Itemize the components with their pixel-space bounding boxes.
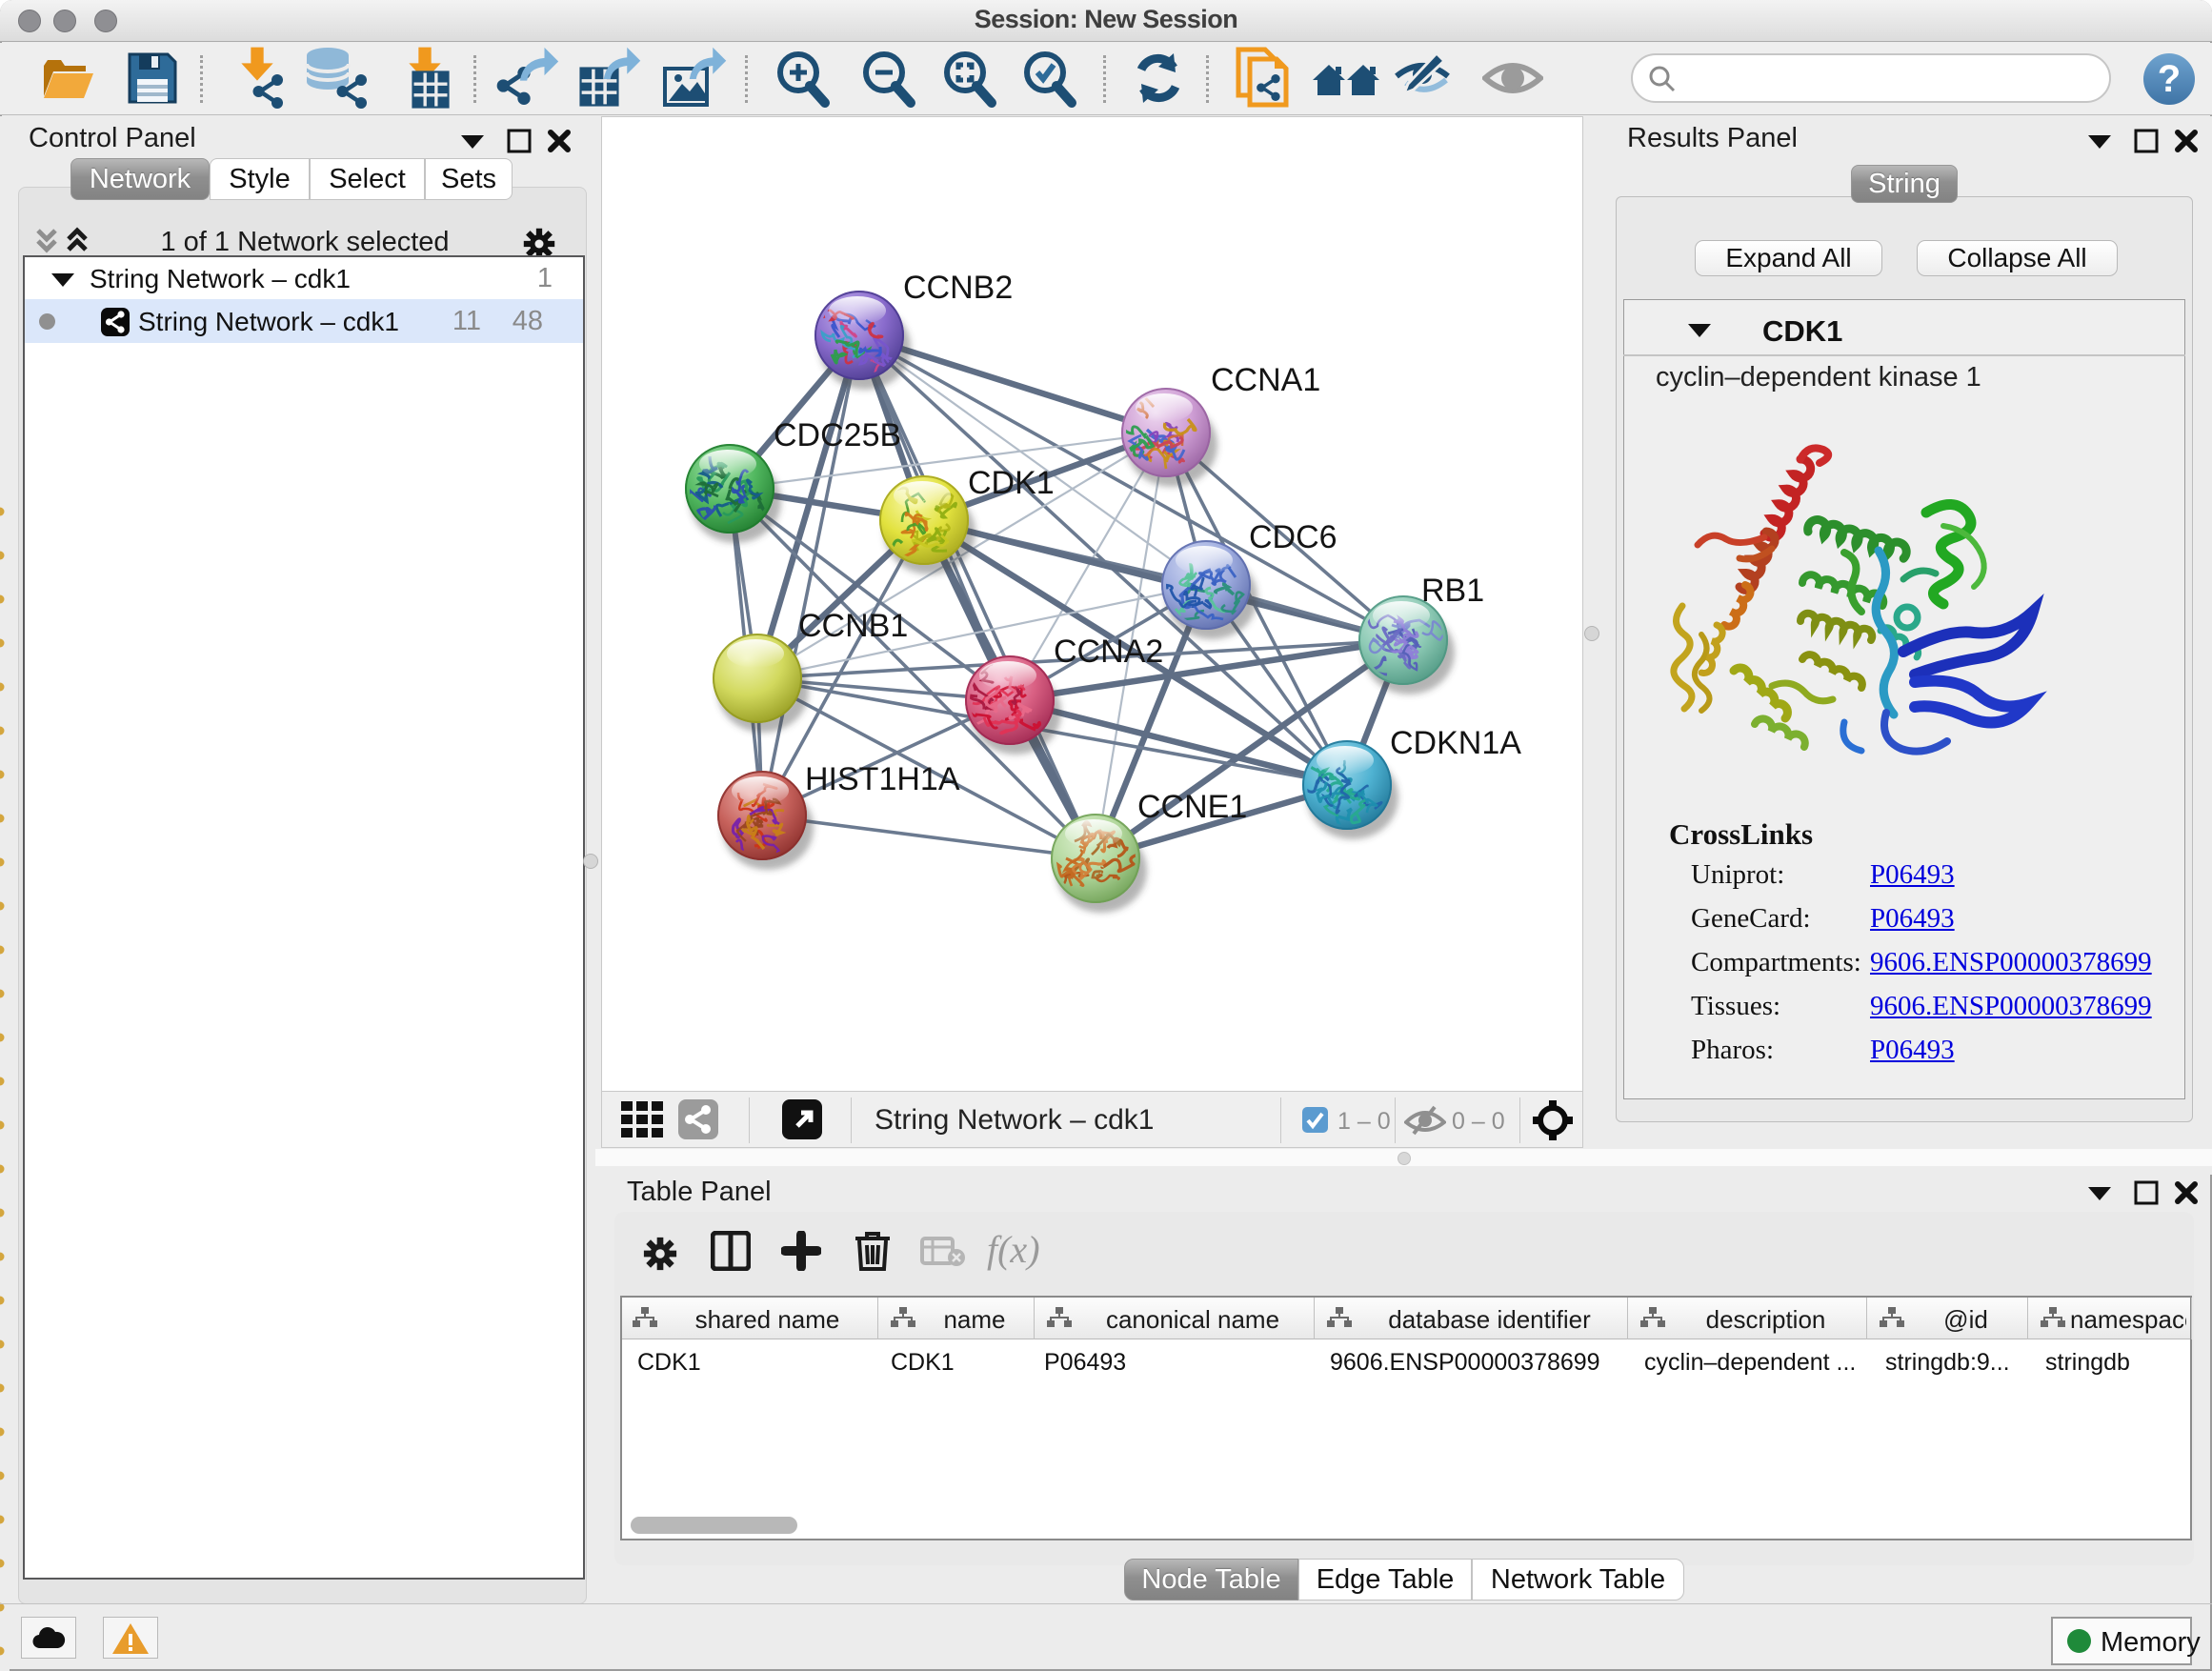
svg-text:RB1: RB1: [1421, 573, 1484, 609]
svg-text:CDK1: CDK1: [968, 465, 1055, 501]
svg-text:CCNB1: CCNB1: [798, 608, 908, 644]
svg-text:HIST1H1A: HIST1H1A: [805, 761, 960, 797]
svg-text:CDKN1A: CDKN1A: [1390, 725, 1521, 761]
svg-text:CCNA2: CCNA2: [1054, 634, 1163, 670]
svg-text:CCNA1: CCNA1: [1211, 362, 1320, 398]
svg-text:CDC25B: CDC25B: [774, 417, 901, 453]
svg-text:CDC6: CDC6: [1249, 519, 1337, 555]
svg-text:CCNE1: CCNE1: [1137, 789, 1247, 825]
svg-text:CCNB2: CCNB2: [903, 270, 1013, 306]
